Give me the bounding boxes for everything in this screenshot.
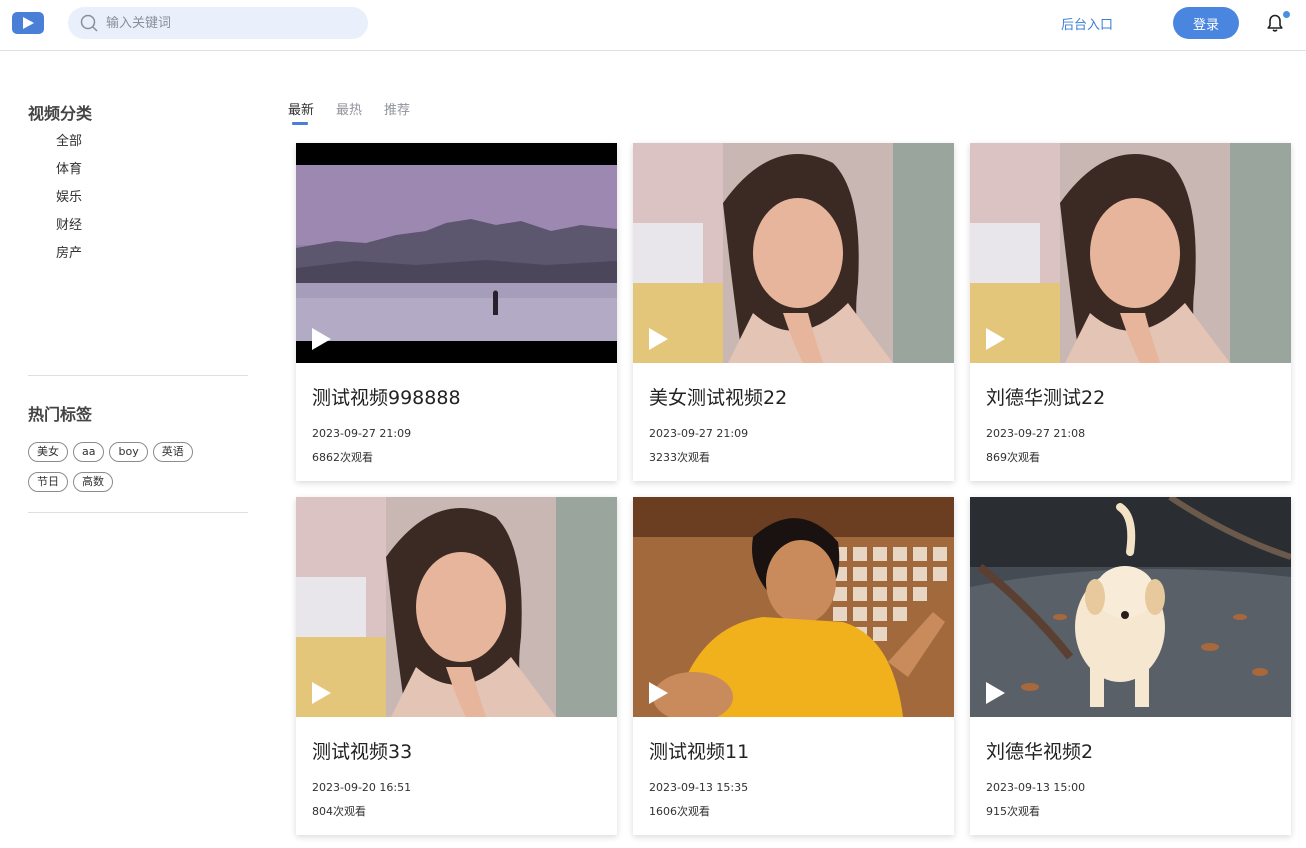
category-item-realestate[interactable]: 房产	[56, 245, 82, 273]
video-title[interactable]: 美女测试视频22	[649, 383, 787, 410]
video-title[interactable]: 测试视频33	[312, 737, 412, 764]
tag-item[interactable]: aa	[73, 442, 105, 462]
tab-recommended[interactable]: 推荐	[384, 99, 410, 118]
martial-artist-thumbnail-image	[633, 497, 954, 717]
portrait-thumbnail-image	[296, 497, 617, 717]
category-item-sports[interactable]: 体育	[56, 161, 82, 189]
play-icon	[649, 328, 668, 350]
play-icon	[312, 682, 331, 704]
sidebar-divider	[28, 375, 248, 376]
video-card[interactable]: 测试视频33 2023-09-20 16:51 804次观看	[296, 497, 617, 835]
notification-dot	[1283, 11, 1290, 18]
play-icon	[312, 328, 331, 350]
bell-icon[interactable]	[1265, 13, 1285, 33]
tab-latest[interactable]: 最新	[288, 99, 314, 118]
tag-cloud: 美女 aa boy 英语节日 高数	[28, 440, 248, 500]
puppy-thumbnail-image	[970, 497, 1291, 717]
tag-item[interactable]: boy	[109, 442, 148, 462]
video-date: 2023-09-13 15:00	[986, 781, 1086, 794]
video-views: 869次观看	[986, 451, 1040, 464]
video-thumbnail[interactable]	[633, 497, 954, 717]
play-icon	[986, 328, 1005, 350]
video-thumbnail[interactable]	[633, 143, 954, 363]
video-card[interactable]: 刘德华测试22 2023-09-27 21:08 869次观看	[970, 143, 1291, 481]
video-date: 2023-09-27 21:09	[649, 427, 749, 440]
video-views: 3233次观看	[649, 451, 710, 464]
category-item-finance[interactable]: 财经	[56, 217, 82, 245]
top-header: 后台入口 登录	[0, 0, 1306, 51]
admin-entry-link[interactable]: 后台入口	[1061, 14, 1113, 33]
video-date: 2023-09-13 15:35	[649, 781, 749, 794]
portrait-thumbnail-image	[970, 143, 1291, 363]
video-title[interactable]: 测试视频11	[649, 737, 749, 764]
video-thumbnail[interactable]	[970, 143, 1291, 363]
video-thumbnail[interactable]	[296, 143, 617, 363]
video-title[interactable]: 测试视频998888	[312, 383, 461, 410]
tab-hottest[interactable]: 最热	[336, 99, 362, 118]
hot-tags-title: 热门标签	[28, 405, 93, 424]
video-date: 2023-09-27 21:09	[312, 427, 412, 440]
login-button[interactable]: 登录	[1173, 7, 1239, 39]
video-date: 2023-09-27 21:08	[986, 427, 1086, 440]
video-views: 804次观看	[312, 805, 366, 818]
play-icon	[986, 682, 1005, 704]
search-icon	[80, 14, 98, 32]
portrait-thumbnail-image	[633, 143, 954, 363]
tag-item[interactable]: 高数	[73, 472, 113, 492]
video-card[interactable]: 刘德华视频2 2023-09-13 15:00 915次观看	[970, 497, 1291, 835]
category-item-all[interactable]: 全部	[56, 133, 82, 161]
category-item-entertainment[interactable]: 娱乐	[56, 189, 82, 217]
search-input[interactable]	[106, 13, 356, 33]
video-card[interactable]: 美女测试视频22 2023-09-27 21:09 3233次观看	[633, 143, 954, 481]
video-title[interactable]: 刘德华测试22	[986, 383, 1105, 410]
sidebar-divider	[28, 512, 248, 513]
video-views: 1606次观看	[649, 805, 710, 818]
tag-item[interactable]: 英语	[152, 442, 193, 462]
video-card[interactable]: 测试视频998888 2023-09-27 21:09 6862次观看	[296, 143, 617, 481]
video-thumbnail[interactable]	[970, 497, 1291, 717]
tag-item[interactable]: 美女	[28, 442, 68, 462]
play-icon	[649, 682, 668, 704]
video-card[interactable]: 测试视频11 2023-09-13 15:35 1606次观看	[633, 497, 954, 835]
tag-item[interactable]: 节日	[28, 472, 68, 492]
search-box[interactable]	[68, 7, 368, 39]
video-title[interactable]: 刘德华视频2	[986, 737, 1093, 764]
video-date: 2023-09-20 16:51	[312, 781, 412, 794]
category-list: 全部 体育 娱乐 财经 房产	[56, 133, 82, 273]
video-views: 6862次观看	[312, 451, 373, 464]
logo-play-icon[interactable]	[12, 12, 44, 34]
landscape-thumbnail-image	[296, 143, 617, 363]
active-tab-indicator	[292, 122, 308, 125]
video-views: 915次观看	[986, 805, 1040, 818]
video-thumbnail[interactable]	[296, 497, 617, 717]
category-title: 视频分类	[28, 104, 93, 123]
